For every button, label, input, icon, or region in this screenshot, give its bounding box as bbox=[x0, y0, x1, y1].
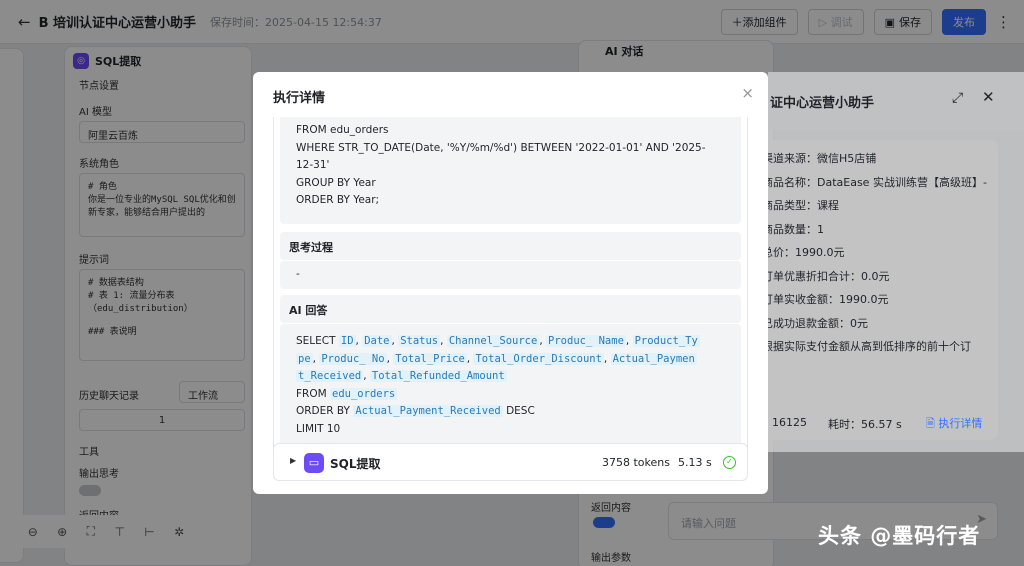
chat-answer-line: 渠道来源：微信H5店铺 bbox=[762, 152, 877, 165]
chat-answer-line: 订单优惠折扣合计：0.0元 bbox=[762, 269, 890, 283]
chat-answer-line: 订单实收金额：1990.0元 bbox=[762, 293, 889, 306]
step-tokens: 3758 tokens bbox=[602, 456, 670, 469]
caret-right-icon[interactable]: ▶ bbox=[290, 456, 296, 465]
answer-col-2: Status bbox=[398, 335, 441, 347]
expand-icon[interactable]: ⤢ bbox=[952, 90, 963, 106]
watermark: 头条 @墨码行者 bbox=[818, 524, 981, 548]
answer-col-11: t_Received bbox=[296, 370, 364, 382]
answer-col-9: Total_Order_Discount bbox=[473, 352, 604, 365]
answer-header: AI 回答 bbox=[280, 295, 741, 323]
modal-body[interactable]: FROM edu_orders WHERE STR_TO_DATE(Date, '… bbox=[273, 117, 748, 494]
answer-sql: SELECT ID, Date, Status, Channel_Source,… bbox=[296, 333, 736, 438]
close-icon[interactable]: × bbox=[741, 84, 754, 102]
sql-line: FROM edu_orders bbox=[296, 124, 389, 136]
exec-detail-label: 执行详情 bbox=[938, 417, 983, 430]
answer-select: SELECT bbox=[296, 335, 336, 347]
sql-output-text: FROM edu_orders WHERE STR_TO_DATE(Date, '… bbox=[296, 122, 731, 210]
chat-answer-line: 商品类型：课程 bbox=[762, 199, 839, 212]
answer-title: AI 回答 bbox=[289, 304, 328, 317]
answer-limit: LIMIT 10 bbox=[296, 422, 341, 435]
chat-answer-line: 商品名称：DataEase 实战训练营【高级班】- bbox=[762, 175, 987, 189]
answer-table: edu_orders bbox=[330, 387, 398, 400]
answer-col-5: Product_Ty bbox=[632, 335, 700, 347]
thinking-title: 思考过程 bbox=[289, 241, 333, 254]
answer-col-12: Total_Refunded_Amount bbox=[369, 370, 507, 382]
sql-line: WHERE STR_TO_DATE(Date, '%Y/%m/%d') BETW… bbox=[296, 141, 706, 154]
answer-body: SELECT ID, Date, Status, Channel_Source,… bbox=[280, 324, 741, 452]
exec-detail-link[interactable]: 🗎 执行详情 bbox=[926, 415, 982, 434]
sql-line: ORDER BY Year; bbox=[296, 194, 380, 206]
answer-col-1: Date bbox=[362, 335, 392, 347]
exec-detail-modal: 执行详情 × FROM edu_orders WHERE STR_TO_DATE(… bbox=[253, 72, 768, 494]
chat-answer-line: 已成功退款金额：0元 bbox=[762, 316, 868, 330]
answer-order-col: Actual_Payment_Received bbox=[353, 405, 503, 417]
check-circle-icon: ✓ bbox=[723, 456, 736, 469]
answer-col-7: Produc_ No bbox=[319, 352, 387, 365]
sql-output-section: FROM edu_orders WHERE STR_TO_DATE(Date, '… bbox=[280, 117, 741, 224]
chat-answer-line: 商品数量：1 bbox=[762, 222, 824, 236]
close-preview-icon[interactable]: ✕ bbox=[982, 88, 995, 106]
step-row-sql[interactable]: ▶ ▭ SQL提取 3758 tokens 5.13 s ✓ bbox=[273, 443, 748, 481]
document-icon: 🗎 bbox=[926, 417, 935, 430]
result-card: FROM edu_orders WHERE STR_TO_DATE(Date, '… bbox=[273, 117, 748, 480]
answer-col-4: Produc_ Name bbox=[546, 335, 626, 347]
answer-col-10: Actual_Paymen bbox=[610, 352, 697, 365]
step-time: 5.13 s bbox=[678, 456, 712, 469]
answer-order-by: ORDER BY bbox=[296, 405, 350, 417]
answer-col-0: ID bbox=[338, 335, 356, 347]
sql-line: GROUP BY Year bbox=[296, 176, 376, 189]
sql-step-icon: ▭ bbox=[304, 453, 324, 473]
thinking-body: - bbox=[280, 261, 741, 289]
answer-col-6: pe bbox=[296, 352, 313, 365]
answer-from: FROM bbox=[296, 387, 327, 400]
chat-answer-line: 根据实际支付金额从高到低排序的前十个订 bbox=[762, 340, 971, 353]
thinking-content: - bbox=[296, 268, 300, 280]
elapsed-time: 耗时：56.57 s bbox=[828, 418, 902, 431]
thinking-header: 思考过程 bbox=[280, 232, 741, 260]
step-name: SQL提取 bbox=[330, 457, 381, 471]
chat-preview-panel: 证中心运营小助手 ⤢ ✕ 渠道来源：微信H5店铺商品名称：DataEase 实战… bbox=[762, 72, 1024, 452]
answer-col-3: Channel_Source bbox=[446, 335, 540, 347]
chat-answer-line: 总价：1990.0元 bbox=[762, 246, 845, 259]
sql-line: 12-31' bbox=[296, 159, 330, 171]
answer-col-8: Total_Price bbox=[393, 352, 467, 365]
modal-title: 执行详情 bbox=[273, 91, 326, 106]
answer-desc: DESC bbox=[506, 405, 535, 417]
chat-preview-title: 证中心运营小助手 bbox=[770, 96, 875, 111]
token-count: 16125 bbox=[772, 416, 807, 429]
